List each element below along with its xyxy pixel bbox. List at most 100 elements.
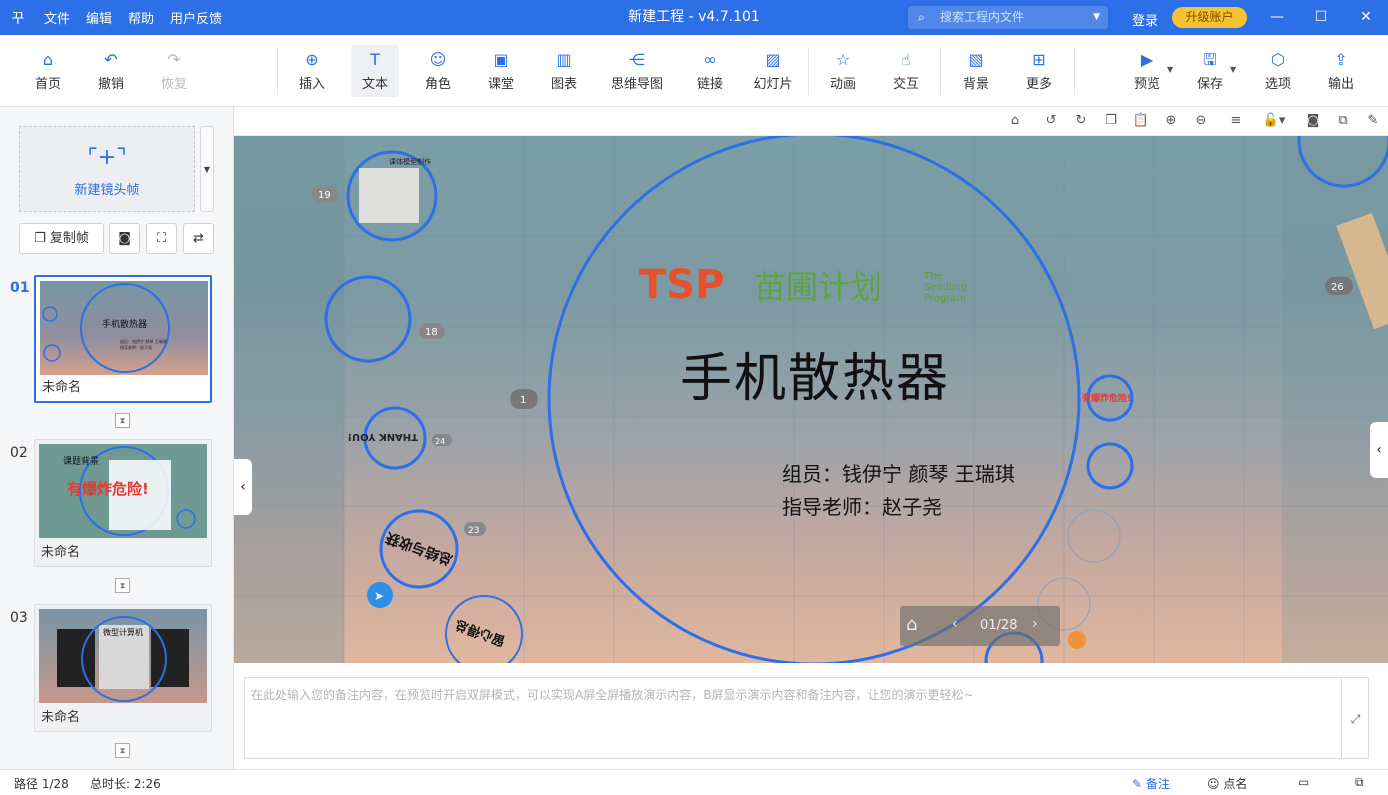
text-button[interactable]: T 文本 [351,45,399,97]
rotate-right-icon[interactable]: ↻ [1071,111,1091,131]
save-dropdown-icon[interactable]: ▼ [1230,65,1236,74]
menu-help[interactable]: 帮助 [120,8,162,27]
nav-next-icon[interactable]: › [1032,616,1038,632]
frame-name: 未命名 [42,380,82,395]
frame-name: 未命名 [41,710,81,725]
background-label: 背景 [962,77,989,92]
more-label: 更多 [1025,77,1052,92]
redo-button[interactable]: ↷ 恢复 [147,45,201,97]
background-button[interactable]: ▧ 背景 [949,45,1003,97]
slide-teacher[interactable]: 指导老师：赵子尧 [782,491,942,520]
model-text: 课体模型制作 [389,157,431,166]
transition-icon[interactable]: ⧗ [115,578,130,593]
login-link[interactable]: 登录 [1132,10,1158,29]
copy-frame-button[interactable]: ❐ 复制帧 [19,223,104,254]
undo-button[interactable]: ↶ 撤销 [84,45,138,97]
thumb-image: 微型计算机 [39,609,207,703]
options-label: 选项 [1264,77,1291,92]
lock-icon[interactable]: 🔓▾ [1259,111,1289,131]
preview-button[interactable]: ▶ 预览 [1120,45,1174,97]
editor-canvas[interactable]: 课体模型制作 THANK YOU! 总结与收获 留心得总 有爆炸危险! ➤ 19… [234,136,1388,663]
chart-button[interactable]: ▥ 图表 [537,45,591,97]
redo-label: 恢复 [160,77,187,92]
slides-label: 幻灯片 [753,77,793,92]
insert-button[interactable]: ⊕ 插入 [285,45,339,97]
home-view-icon[interactable]: ⌂ [1005,111,1025,131]
screen-icon[interactable]: ⧉ [1355,775,1364,790]
new-frame-dropdown[interactable]: ▼ [200,126,214,212]
export-icon: ⇪ [1334,50,1348,69]
home-button[interactable]: ⌂ 首页 [21,45,75,97]
mindmap-button[interactable]: ⋲ 思维导图 [605,45,669,97]
slide-title[interactable]: 手机散热器 [680,336,950,411]
scan-icon: ⛶ [156,231,167,246]
animation-button[interactable]: ☆ 动画 [816,45,870,97]
camera-icon[interactable]: ◙ [1303,111,1323,131]
transition-icon[interactable]: ⧗ [115,743,130,758]
nav-home-icon[interactable]: ⌂ [906,614,917,635]
save-button[interactable]: 🖫 保存 [1183,45,1237,97]
frame-sidebar: ⌜+⌝ 新建镜头帧 ▼ ❐ 复制帧 ◙ ⛶ ⇄ 01 手机散热器 组员：钱伊宁 … [0,107,234,769]
class-label: 课堂 [487,77,514,92]
expand-notes-icon[interactable]: ⤢ [1343,677,1369,759]
swap-button[interactable]: ⇄ [183,223,214,254]
class-button[interactable]: ▣ 课堂 [474,45,528,97]
slides-button[interactable]: ▨ 幻灯片 [746,45,800,97]
thumb-title: 手机散热器 [102,318,147,330]
slide-members[interactable]: 组员：钱伊宁 颜琴 王瑞琪 [782,458,1015,487]
toolbar-divider [940,47,941,95]
copy-icon[interactable]: ❐ [1101,111,1121,131]
rotate-left-icon[interactable]: ↺ [1041,111,1061,131]
export-button[interactable]: ⇪ 输出 [1314,45,1368,97]
new-frame-button[interactable]: ⌜+⌝ 新建镜头帧 [19,126,195,212]
menu-edit[interactable]: 编辑 [78,8,120,27]
options-button[interactable]: ⬡ 选项 [1251,45,1305,97]
capture-icon[interactable]: ⧉ [1333,111,1353,131]
close-icon[interactable]: ✕ [1343,0,1388,35]
home-icon: ⌂ [42,50,54,69]
role-label: 角色 [424,77,451,92]
banner-text: 有爆炸危险! [1082,392,1131,404]
collapse-sidebar-button[interactable]: ‹ [234,459,252,515]
person-icon: ☺ [429,50,447,69]
more-button[interactable]: ⊞ 更多 [1012,45,1066,97]
frame-badge-18: 18 [425,327,438,338]
notes-textarea[interactable]: 在此处输入您的备注内容，在预览时开启双屏模式，可以实现A屏全屏播放演示内容，B屏… [244,677,1342,759]
role-button[interactable]: ☺ 角色 [411,45,465,97]
frame-thumbnail-03[interactable]: 微型计算机 未命名 [34,604,212,732]
preview-dropdown-icon[interactable]: ▼ [1167,65,1173,74]
menu-feedback[interactable]: 用户反馈 [162,8,230,27]
frame-thumbnail-02[interactable]: 课题背景 有爆炸危险! 未命名 [34,439,212,567]
chevron-down-icon[interactable]: ▼ [1093,6,1100,29]
interact-button[interactable]: ☝ 交互 [879,45,933,97]
nav-page: 01/28 [980,618,1018,633]
upgrade-button[interactable]: 升级账户 [1172,7,1247,28]
monitor-icon[interactable]: ▭ [1298,775,1309,789]
maximize-icon[interactable]: ☐ [1298,0,1344,35]
edit-icon[interactable]: ✎ [1363,111,1383,131]
transition-icon[interactable]: ⧗ [115,413,130,428]
svg-text:The: The [923,271,943,282]
thumb-banner: 有爆炸危险! [67,480,149,498]
screenshot-button[interactable]: ⛶ [146,223,177,254]
menu-file[interactable]: 文件 [36,8,78,27]
xinde-text: 留心得总 [453,616,507,649]
minimize-icon[interactable]: — [1254,0,1300,35]
link-button[interactable]: ∞ 链接 [683,45,737,97]
expand-panel-button[interactable]: ‹ [1370,422,1388,478]
bar-chart-icon: ▥ [556,50,572,69]
align-icon[interactable]: ≡ [1226,111,1246,131]
notes-button[interactable]: ✎ 备注 [1132,775,1170,792]
search-placeholder: 搜索工程内文件 [940,10,1025,24]
frame-thumbnail-01[interactable]: 手机散热器 组员：钱伊宁 颜琴 王瑞琪 指导老师：赵子尧 未命名 [34,275,212,403]
paste-icon[interactable]: 📋 [1131,111,1151,131]
title-bar: 꾸 文件 编辑 帮助 用户反馈 新建工程 - v4.7.101 ⌕ 搜索工程内文… [0,0,1388,35]
svg-text:➤: ➤ [374,589,384,603]
rollcall-button[interactable]: ☺ 点名 [1207,775,1247,792]
zoom-out-icon[interactable]: ⊖ [1191,111,1211,131]
camera-button[interactable]: ◙ [109,223,140,254]
nav-prev-icon[interactable]: ‹ [952,616,958,632]
new-frame-label: 新建镜头帧 [74,183,140,198]
search-input[interactable]: ⌕ 搜索工程内文件 ▼ [908,6,1108,29]
zoom-in-icon[interactable]: ⊕ [1161,111,1181,131]
